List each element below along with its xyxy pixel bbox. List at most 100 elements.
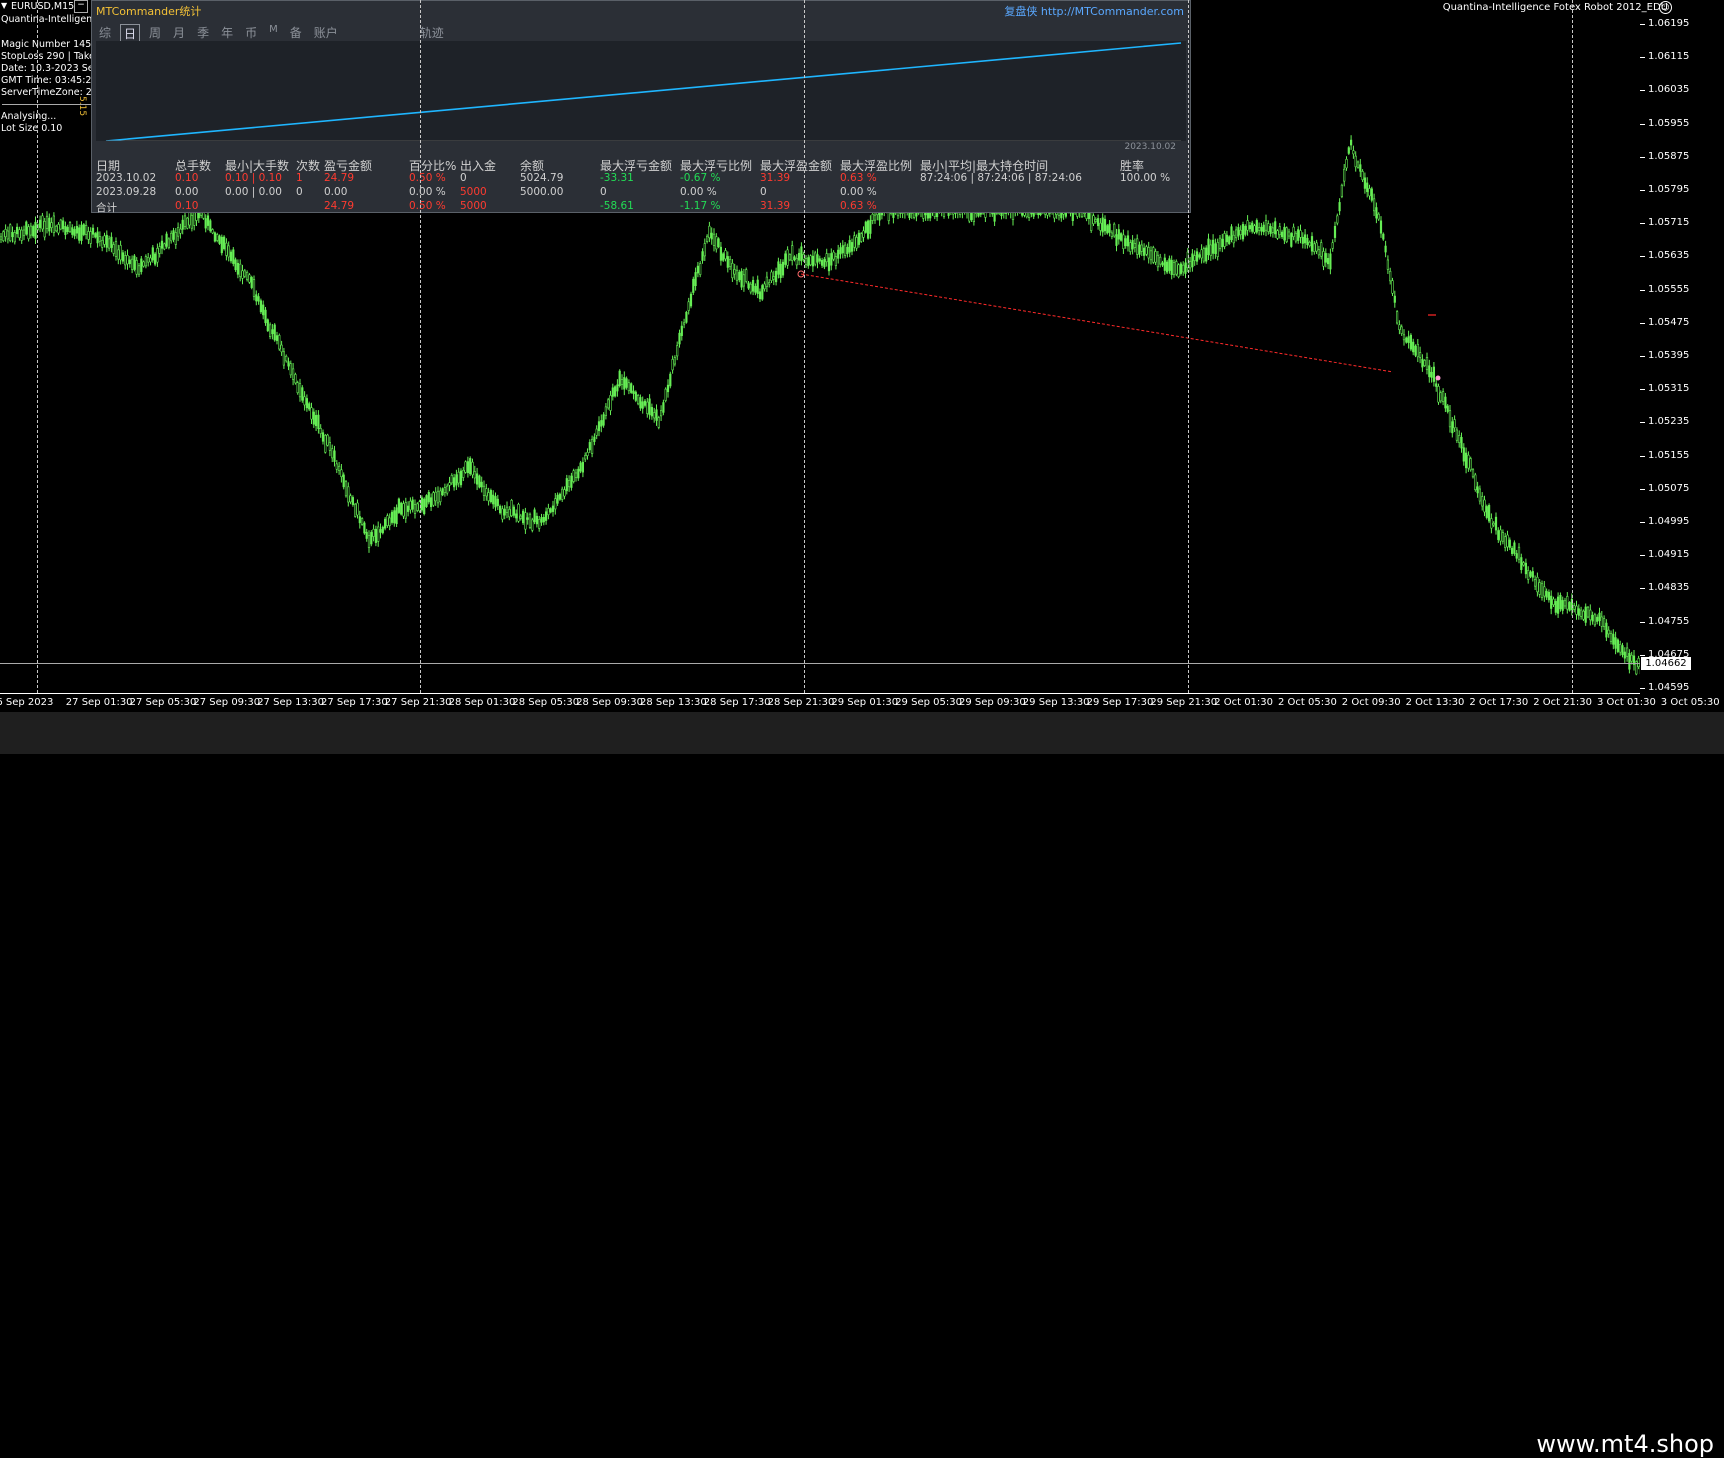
candle-body bbox=[784, 253, 787, 265]
candle-body bbox=[1363, 177, 1366, 189]
price-tick-mark bbox=[1640, 90, 1645, 92]
candle-body bbox=[432, 492, 435, 506]
candle-body bbox=[236, 262, 240, 275]
day-separator bbox=[804, 0, 805, 693]
candle-body bbox=[1524, 562, 1527, 575]
candle-body bbox=[643, 400, 647, 406]
candle-body bbox=[321, 432, 325, 442]
price-tick-mark bbox=[1640, 621, 1645, 623]
candle-body bbox=[758, 291, 762, 300]
chevron-down-icon[interactable]: ▼ bbox=[1, 1, 7, 10]
candle-body bbox=[190, 215, 194, 229]
candle-body bbox=[296, 382, 299, 394]
candle-body bbox=[48, 217, 51, 232]
candle-body bbox=[271, 329, 274, 335]
candle-body bbox=[209, 220, 212, 232]
candle-body bbox=[1175, 261, 1178, 275]
candle-body bbox=[367, 535, 371, 548]
candle-body bbox=[1090, 212, 1093, 231]
candle-body bbox=[66, 226, 69, 233]
candle-body bbox=[188, 212, 191, 226]
panel-link[interactable]: 复盘侠 http://MTCommander.com bbox=[1004, 3, 1184, 19]
time-tick-label: 3 Oct 05:30 bbox=[1660, 697, 1720, 708]
candle-body bbox=[117, 249, 120, 260]
candle-body bbox=[595, 428, 598, 436]
candle-body bbox=[1356, 161, 1360, 168]
candle-body bbox=[61, 220, 65, 230]
candle-body bbox=[13, 232, 16, 243]
candle-body bbox=[1099, 222, 1102, 231]
time-tick-label: 27 Sep 17:30 bbox=[321, 697, 388, 708]
candle-body bbox=[848, 240, 851, 253]
candle-body bbox=[1163, 257, 1166, 271]
candle-body bbox=[409, 500, 412, 511]
candle-body bbox=[1290, 233, 1293, 247]
candle-body bbox=[1235, 229, 1238, 239]
candle-body bbox=[411, 499, 414, 510]
candle-body bbox=[873, 214, 877, 221]
candle-body bbox=[818, 258, 821, 262]
candle-body bbox=[429, 497, 433, 508]
candle-body bbox=[1621, 645, 1624, 656]
candle-body bbox=[1446, 405, 1449, 412]
candle-body bbox=[584, 455, 587, 460]
gmt-time: GMT Time: 03:45:27 bbox=[1, 75, 98, 86]
candle-body bbox=[1232, 234, 1235, 244]
candle-body bbox=[1343, 168, 1346, 182]
candle-body bbox=[588, 442, 591, 451]
candle-body bbox=[710, 232, 713, 240]
candle-body bbox=[715, 236, 718, 250]
candle-body bbox=[1430, 371, 1433, 378]
candle-body bbox=[137, 265, 141, 275]
minimize-button[interactable]: − bbox=[74, 0, 88, 13]
candle-body bbox=[1623, 651, 1626, 659]
candle-body bbox=[613, 386, 617, 397]
candle-body bbox=[551, 505, 555, 512]
candle-body bbox=[1580, 609, 1583, 617]
candle-body bbox=[503, 508, 506, 516]
candle-body bbox=[696, 265, 699, 274]
candle-body bbox=[1106, 225, 1109, 234]
day-separator bbox=[1572, 0, 1573, 693]
candle-body bbox=[742, 274, 745, 287]
candle-body bbox=[319, 428, 322, 434]
candle-body bbox=[294, 374, 297, 384]
candle-body bbox=[763, 283, 766, 290]
candle-body bbox=[144, 256, 148, 267]
candle-body bbox=[204, 218, 207, 229]
candle-body bbox=[800, 246, 803, 262]
candle-body bbox=[1154, 251, 1157, 263]
price-tick-mark bbox=[1640, 24, 1645, 25]
candle-body bbox=[301, 387, 304, 401]
candle-body bbox=[538, 519, 541, 529]
candle-body bbox=[1511, 547, 1514, 554]
candle-body bbox=[420, 497, 424, 511]
candle-body bbox=[218, 235, 221, 244]
candle-body bbox=[303, 396, 306, 406]
table-cell: 0.10 bbox=[175, 172, 199, 184]
candle-body bbox=[344, 481, 348, 497]
price-tick-label: 1.06115 bbox=[1648, 51, 1690, 63]
time-tick-label: 28 Sep 09:30 bbox=[576, 697, 643, 708]
candle-body bbox=[255, 294, 258, 302]
candle-body bbox=[501, 508, 504, 520]
candle-body bbox=[455, 474, 458, 486]
price-tick-mark bbox=[1640, 356, 1645, 357]
candle-body bbox=[142, 261, 145, 267]
candle-body bbox=[158, 246, 161, 254]
candle-body bbox=[687, 301, 690, 311]
candle-body bbox=[586, 452, 589, 457]
price-tick-label: 1.04755 bbox=[1648, 615, 1690, 627]
smiley-icon: ☺ bbox=[1659, 1, 1672, 14]
candle-body bbox=[747, 282, 750, 289]
day-separator bbox=[1188, 0, 1189, 693]
candle-body bbox=[508, 509, 511, 518]
price-tick-label: 1.04595 bbox=[1648, 682, 1690, 693]
candle-body bbox=[331, 448, 334, 459]
candle-body bbox=[579, 462, 582, 472]
time-tick-label: 28 Sep 21:30 bbox=[767, 697, 835, 708]
candle-body bbox=[1297, 229, 1300, 241]
candle-body bbox=[1138, 244, 1141, 255]
table-cell: 0.00 % bbox=[409, 186, 446, 198]
candle-body bbox=[1244, 225, 1247, 235]
